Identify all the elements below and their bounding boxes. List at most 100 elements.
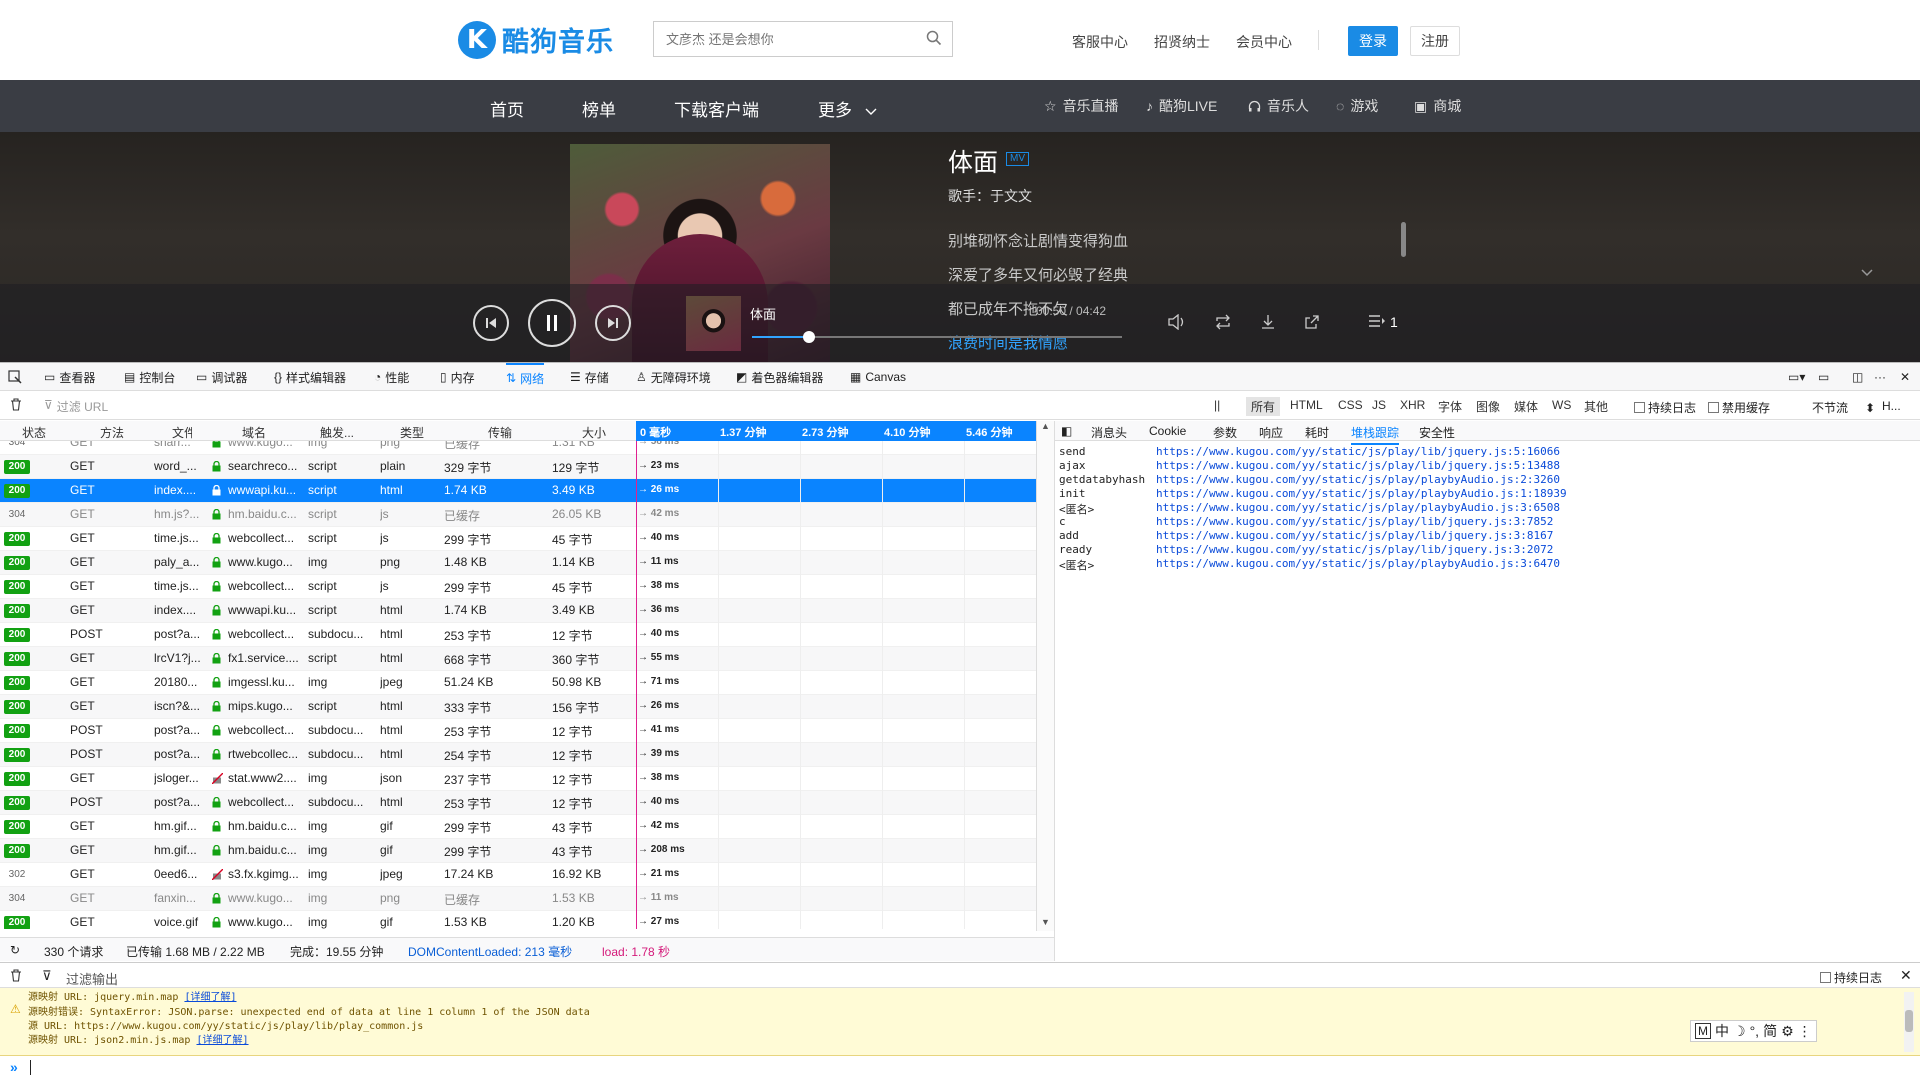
- stack-source-link[interactable]: https://www.kugou.com/yy/static/js/play/…: [1156, 459, 1560, 472]
- stack-source-link[interactable]: https://www.kugou.com/yy/static/js/play/…: [1156, 543, 1553, 556]
- scroll-down-icon[interactable]: ▼: [1041, 917, 1050, 927]
- throttle-select[interactable]: 不节流 ⬍: [1812, 399, 1875, 416]
- request-row[interactable]: 200 GET 20180... imgessl.ku... img jpeg 51.24 …: [0, 671, 1036, 695]
- request-row[interactable]: 200 GET voice.gif www.kugo... img gif 1.53 KB 1…: [0, 911, 1036, 929]
- link-vip-center[interactable]: 会员中心: [1236, 32, 1292, 52]
- reload-icon[interactable]: ↻: [10, 943, 20, 957]
- tab-storage[interactable]: ☰ 存储: [570, 363, 609, 391]
- mv-badge[interactable]: MV: [1006, 152, 1029, 166]
- har-menu[interactable]: H...: [1882, 399, 1901, 413]
- trash-icon[interactable]: [10, 398, 22, 411]
- details-tab-timings[interactable]: 耗时: [1305, 424, 1329, 441]
- tab-canvas[interactable]: ▦ Canvas: [850, 363, 906, 391]
- scroll-up-icon[interactable]: ▲: [1041, 421, 1050, 431]
- simplified-icon[interactable]: 简: [1763, 1021, 1777, 1041]
- nav-home[interactable]: 首页: [490, 96, 524, 121]
- filter-media[interactable]: 媒体: [1514, 398, 1538, 415]
- col-transferred[interactable]: 传输: [488, 424, 512, 441]
- nav-kugou-live[interactable]: ♪ 酷狗LIVE: [1146, 96, 1217, 116]
- filter-css[interactable]: CSS: [1338, 398, 1363, 412]
- request-row[interactable]: 200 POST post?a... rtwebcollec... subdocu...…: [0, 743, 1036, 767]
- persist-log-checkbox[interactable]: 持续日志: [1634, 399, 1696, 416]
- col-file[interactable]: 文件: [172, 424, 192, 441]
- filter-xhr[interactable]: XHR: [1400, 398, 1425, 412]
- request-row[interactable]: 200 GET index.... wwwapi.ku... script html 1.7…: [0, 479, 1036, 503]
- play-pause-button[interactable]: [528, 299, 576, 347]
- punctuation-icon[interactable]: °,: [1750, 1023, 1760, 1039]
- progress-bar[interactable]: [752, 331, 1122, 343]
- details-tab-headers[interactable]: 消息头: [1091, 424, 1127, 441]
- login-button[interactable]: 登录: [1348, 26, 1398, 56]
- search-icon[interactable]: [926, 30, 942, 46]
- details-tab-security[interactable]: 安全性: [1419, 424, 1455, 441]
- filter-js[interactable]: JS: [1372, 398, 1386, 412]
- tab-memory[interactable]: ▯ 内存: [440, 363, 475, 391]
- volume-icon[interactable]: [1168, 314, 1186, 330]
- filter-images[interactable]: 图像: [1476, 398, 1500, 415]
- next-track-button[interactable]: [595, 305, 631, 341]
- tab-network[interactable]: ⇅ 网络: [506, 363, 545, 391]
- request-row[interactable]: 200 GET lrcV1?j... fx1.service.... script htm…: [0, 647, 1036, 671]
- stack-source-link[interactable]: https://www.kugou.com/yy/static/js/play/…: [1156, 557, 1560, 570]
- tab-style-editor[interactable]: {} 样式编辑器: [274, 363, 346, 391]
- stack-source-link[interactable]: https://www.kugou.com/yy/static/js/play/…: [1156, 445, 1560, 458]
- filter-ws[interactable]: WS: [1552, 398, 1571, 412]
- tab-console[interactable]: ▤ 控制台: [124, 363, 175, 391]
- filter-html[interactable]: HTML: [1290, 398, 1323, 412]
- request-row[interactable]: 302 GET 0eed6... s3.fx.kgimg... img jpeg 17.24…: [0, 863, 1036, 887]
- details-tab-stack-trace[interactable]: 堆栈跟踪: [1351, 424, 1400, 445]
- nav-store[interactable]: ▣ 商城: [1414, 96, 1461, 116]
- more-options-icon[interactable]: ···: [1874, 363, 1886, 391]
- request-row[interactable]: 200 GET hm.gif... hm.baidu.c... img gif 299 字节…: [0, 839, 1036, 863]
- element-picker-icon[interactable]: [8, 363, 22, 391]
- stack-source-link[interactable]: https://www.kugou.com/yy/static/js/play/…: [1156, 501, 1560, 514]
- gear-icon[interactable]: ⚙: [1781, 1023, 1794, 1040]
- link-careers[interactable]: 招贤纳士: [1154, 32, 1210, 52]
- disable-cache-checkbox[interactable]: 禁用缓存: [1708, 399, 1770, 416]
- download-icon[interactable]: [1260, 314, 1276, 330]
- learn-more-link[interactable]: [详细了解]: [196, 1035, 248, 1046]
- tab-accessibility[interactable]: ♙ 无障碍环境: [636, 363, 711, 391]
- col-size[interactable]: 大小: [582, 424, 606, 441]
- stack-source-link[interactable]: https://www.kugou.com/yy/static/js/play/…: [1156, 529, 1553, 542]
- nav-charts[interactable]: 榜单: [582, 96, 616, 121]
- close-icon[interactable]: ✕: [1900, 967, 1912, 984]
- details-tab-cookies[interactable]: Cookie: [1149, 424, 1186, 438]
- more-icon[interactable]: ⋮: [1798, 1023, 1812, 1040]
- console-scrollbar[interactable]: [1904, 992, 1914, 1052]
- console-persist-log-checkbox[interactable]: 持续日志: [1820, 969, 1882, 986]
- request-row[interactable]: 200 GET word_... searchreco... script plain 32…: [0, 455, 1036, 479]
- lyric-scrollbar[interactable]: [1401, 222, 1406, 257]
- console-scroll-thumb[interactable]: [1905, 1010, 1913, 1032]
- console-filter-input[interactable]: 过滤输出: [66, 969, 118, 988]
- col-type[interactable]: 类型: [400, 424, 424, 441]
- request-row[interactable]: 200 POST post?a... webcollect... subdocu... h…: [0, 791, 1036, 815]
- register-button[interactable]: 注册: [1410, 26, 1460, 56]
- dock-layout-icon[interactable]: ▭▾: [1788, 363, 1805, 391]
- tab-debugger[interactable]: ▭ 调试器: [196, 363, 247, 391]
- nav-download-client[interactable]: 下载客户端: [674, 96, 759, 121]
- col-cause[interactable]: 触发...: [320, 424, 354, 441]
- chevron-down-icon[interactable]: [1860, 268, 1874, 278]
- request-row[interactable]: 304 GET hm.js?... hm.baidu.c... script js 已缓存 2…: [0, 503, 1036, 527]
- kugou-logo[interactable]: K 酷狗音乐: [458, 20, 614, 59]
- nav-more[interactable]: 更多: [818, 96, 877, 121]
- tab-inspector[interactable]: ▭ 查看器: [44, 363, 95, 391]
- filter-fonts[interactable]: 字体: [1438, 398, 1462, 415]
- filter-other[interactable]: 其他: [1584, 398, 1608, 415]
- nav-games[interactable]: ◌ 游戏: [1336, 96, 1378, 116]
- ime-mode-icon[interactable]: M: [1695, 1023, 1711, 1039]
- col-method[interactable]: 方法: [100, 424, 124, 441]
- request-row[interactable]: 304 GET sharr... www.kugo... img png 已缓存 1.31 K…: [0, 441, 1036, 455]
- ime-chinese-icon[interactable]: 中: [1715, 1021, 1729, 1041]
- pause-recording-button[interactable]: ||: [1214, 398, 1220, 412]
- repeat-icon[interactable]: [1214, 314, 1232, 330]
- prev-track-button[interactable]: [473, 305, 509, 341]
- url-filter[interactable]: ⊽ 过滤 URL: [44, 398, 108, 415]
- request-row[interactable]: 200 GET iscn?&... mips.kugo... script html 333…: [0, 695, 1036, 719]
- link-customer-service[interactable]: 客服中心: [1072, 32, 1128, 52]
- ime-toolbar[interactable]: M 中 ☽ °, 简 ⚙ ⋮: [1690, 1020, 1817, 1042]
- request-row[interactable]: 200 GET index.... wwwapi.ku... script html 1.7…: [0, 599, 1036, 623]
- request-row[interactable]: 304 GET fanxin... www.kugo... img png 已缓存 1.53 …: [0, 887, 1036, 911]
- stack-source-link[interactable]: https://www.kugou.com/yy/static/js/play/…: [1156, 515, 1553, 528]
